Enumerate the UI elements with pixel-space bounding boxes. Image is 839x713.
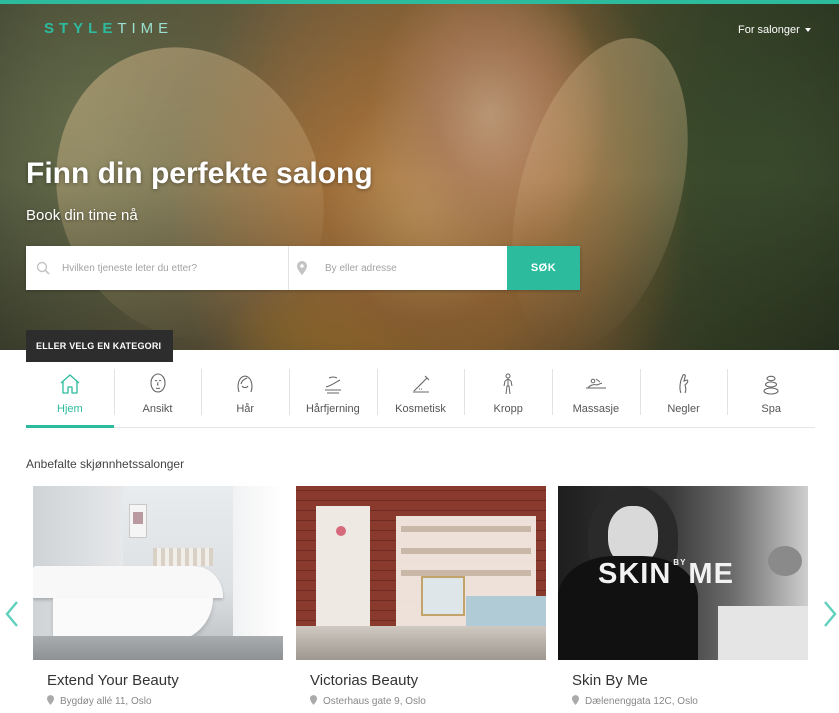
category-label: Hårfjerning <box>305 403 360 415</box>
face-icon <box>149 373 166 393</box>
nails-icon <box>678 374 688 394</box>
for-salons-dropdown[interactable]: For salonger <box>738 24 811 36</box>
salon-image <box>33 486 283 660</box>
search-button[interactable]: SØK <box>507 246 580 290</box>
salon-address: Osterhaus gate 9, Oslo <box>296 695 546 708</box>
salon-address-text: Osterhaus gate 9, Oslo <box>323 696 426 707</box>
salon-image <box>296 486 546 660</box>
location-pin-icon <box>310 695 317 708</box>
hair-icon <box>237 375 253 393</box>
skin-logo-text: SKIN <box>598 558 672 590</box>
salon-name: Extend Your Beauty <box>47 672 179 689</box>
spa-stones-icon <box>763 375 779 395</box>
category-label: Kosmetisk <box>395 403 446 415</box>
caret-down-icon <box>804 28 811 33</box>
hero-banner: STYLETIME For salonger Finn din perfekte… <box>0 0 839 350</box>
category-nails[interactable]: Negler <box>639 366 728 427</box>
category-label: Negler <box>667 403 700 415</box>
location-search-input[interactable] <box>289 246 507 290</box>
logo[interactable]: STYLETIME <box>44 20 173 37</box>
logo-style: STYLE <box>44 20 118 37</box>
salon-image: SKIN BYME <box>558 486 808 660</box>
body-icon <box>503 373 513 395</box>
salon-card[interactable]: Victorias Beauty Osterhaus gate 9, Oslo <box>296 486 546 708</box>
service-search-input[interactable] <box>26 246 288 290</box>
category-nav: Hjem Ansikt Hår Hårfjerning Kosmetisk Kr… <box>26 366 815 428</box>
salon-address: Dælenenggata 12C, Oslo <box>558 695 808 708</box>
chevron-left-icon <box>5 601 18 627</box>
skin-logo-me: ME <box>688 558 734 590</box>
choose-category-tab: ELLER VELG EN KATEGORI <box>26 330 173 362</box>
hero-title: Finn din perfekte salong <box>26 157 373 190</box>
category-massage[interactable]: Massasje <box>552 366 640 427</box>
home-icon <box>60 374 80 394</box>
hair-removal-icon <box>324 376 341 394</box>
category-spa[interactable]: Spa <box>727 366 815 427</box>
chevron-right-icon <box>824 601 837 627</box>
salon-card[interactable]: Extend Your Beauty Bygdøy allé 11, Oslo <box>33 486 283 708</box>
salon-name: Victorias Beauty <box>310 672 419 689</box>
category-hair-removal[interactable]: Hårfjerning <box>289 366 377 427</box>
category-cosmetic[interactable]: Kosmetisk <box>376 366 465 427</box>
category-label: Hjem <box>57 403 83 415</box>
location-pin-icon <box>572 695 579 708</box>
salon-name: Skin By Me <box>572 672 648 689</box>
skin-logo-by: BY <box>673 558 687 567</box>
carousel-next-arrow[interactable] <box>822 598 838 630</box>
carousel-prev-arrow[interactable] <box>4 598 20 630</box>
location-pin-icon <box>297 261 307 280</box>
category-label: Massasje <box>572 403 620 415</box>
massage-icon <box>585 378 606 389</box>
logo-time: TIME <box>117 20 174 37</box>
category-label: Kropp <box>493 403 523 415</box>
for-salons-label: For salonger <box>738 24 800 36</box>
category-face[interactable]: Ansikt <box>113 366 202 427</box>
salon-address-text: Dælenenggata 12C, Oslo <box>585 696 698 707</box>
search-icon <box>36 261 50 280</box>
salon-address-text: Bygdøy allé 11, Oslo <box>60 696 152 707</box>
location-pin-icon <box>47 695 54 708</box>
search-bar: SØK <box>26 246 580 290</box>
salon-address: Bygdøy allé 11, Oslo <box>33 695 283 708</box>
service-search-field <box>26 246 289 290</box>
category-body[interactable]: Kropp <box>464 366 552 427</box>
category-home[interactable]: Hjem <box>26 366 114 428</box>
category-label: Ansikt <box>142 403 173 415</box>
category-hair[interactable]: Hår <box>201 366 289 427</box>
location-search-field <box>289 246 507 290</box>
cosmetic-icon <box>412 375 429 393</box>
recommended-title: Anbefalte skjønnhetssalonger <box>26 457 185 471</box>
category-label: Hår <box>236 403 255 415</box>
salon-card[interactable]: SKIN BYME Skin By Me Dælenenggata 12C, Os… <box>558 486 808 708</box>
category-label: Spa <box>761 403 781 415</box>
hero-subtitle: Book din time nå <box>26 207 138 224</box>
